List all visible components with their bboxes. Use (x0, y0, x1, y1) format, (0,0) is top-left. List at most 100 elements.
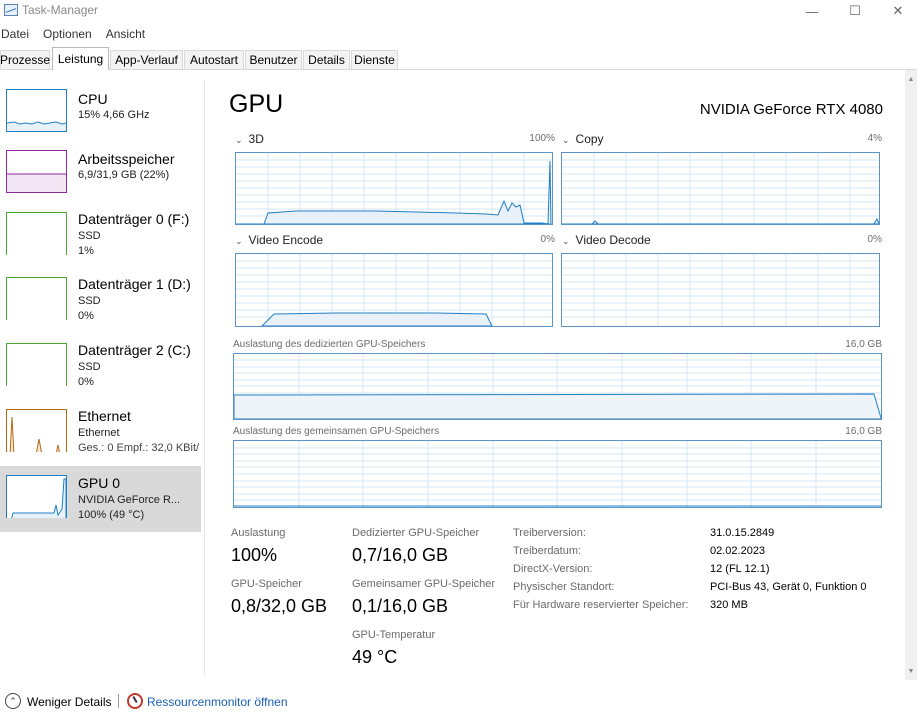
sidebar-item-type: NVIDIA GeForce R... (78, 494, 181, 506)
engine-video-decode-selector[interactable]: ⌄ Video Decode (562, 233, 651, 247)
title-bar: Task-Manager — ☐ ✕ (0, 0, 917, 22)
ethernet-sparkline (6, 409, 67, 452)
tab-dienste[interactable]: Dienste (351, 50, 398, 69)
tab-bar: Prozesse Leistung App-Verlauf Autostart … (0, 47, 917, 70)
open-resource-monitor-link[interactable]: Ressourcenmonitor öffnen (147, 695, 288, 709)
maximize-button[interactable]: ☐ (832, 0, 878, 22)
shared-memory-graph (233, 440, 882, 508)
physical-location-value: PCI-Bus 43, Gerät 0, Funktion 0 (710, 581, 867, 593)
chevron-up-icon[interactable]: ⌃ (5, 693, 21, 709)
sidebar-item-detail: 100% (49 °C) (78, 509, 145, 521)
sidebar-item-detail: 0% (78, 376, 94, 388)
sidebar-item-title: Datenträger 0 (F:) (78, 211, 190, 227)
page-title: GPU (229, 90, 284, 118)
disk-1-sparkline (6, 277, 67, 320)
chevron-down-icon: ⌄ (562, 236, 570, 246)
sidebar-item-gpu-0[interactable]: GPU 0 NVIDIA GeForce R... 100% (49 °C) (0, 466, 201, 532)
tab-prozesse[interactable]: Prozesse (0, 50, 50, 69)
disk-2-sparkline (6, 343, 67, 386)
physical-location-key: Physischer Standort: (513, 581, 615, 593)
engine-copy-percent: 4% (867, 133, 882, 144)
dedicated-memory-max: 16,0 GB (845, 339, 882, 350)
task-manager-icon (4, 4, 18, 16)
sidebar-item-arbeitsspeicher[interactable]: Arbeitsspeicher 6,9/31,9 GB (22%) (0, 146, 201, 210)
driver-date-value: 02.02.2023 (710, 545, 766, 557)
menu-optionen[interactable]: Optionen (43, 25, 92, 45)
engine-video-decode-graph (561, 253, 880, 327)
tab-details[interactable]: Details (303, 50, 350, 69)
gpu-memory-label: GPU-Speicher (231, 578, 302, 590)
footer-bar: ⌃ Weniger Details Ressourcenmonitor öffn… (0, 690, 917, 718)
engine-3d-graph (235, 152, 553, 225)
engine-copy-label: Copy (575, 132, 604, 146)
sidebar-item-detail: 15% 4,66 GHz (78, 109, 150, 121)
sidebar-item-title: CPU (78, 91, 108, 107)
sidebar-item-datentraeger-0[interactable]: Datenträger 0 (F:) SSD 1% (0, 206, 201, 270)
dedicated-memory-label: Auslastung des dedizierten GPU-Speichers (233, 339, 426, 350)
engine-video-encode-percent: 0% (540, 234, 555, 245)
window-title: Task-Manager (22, 3, 99, 17)
engine-video-encode-graph (235, 253, 553, 327)
directx-version-value: 12 (FL 12.1) (710, 563, 770, 575)
utilization-value: 100% (231, 545, 278, 565)
engine-video-encode-selector[interactable]: ⌄ Video Encode (235, 233, 323, 247)
scroll-up-icon[interactable]: ▲ (905, 72, 917, 86)
dedicated-memory-graph (233, 353, 882, 420)
engine-video-decode-percent: 0% (867, 234, 882, 245)
gpu-sparkline (6, 475, 67, 518)
tab-app-verlauf[interactable]: App-Verlauf (110, 50, 183, 69)
footer-divider (118, 694, 119, 708)
sidebar-item-detail: 0% (78, 310, 94, 322)
sidebar-item-title: Arbeitsspeicher (78, 151, 175, 167)
sidebar-item-cpu[interactable]: CPU 15% 4,66 GHz (0, 86, 201, 150)
close-button[interactable]: ✕ (875, 0, 917, 22)
driver-version-key: Treiberversion: (513, 527, 586, 539)
shared-memory-label: Auslastung des gemeinsamen GPU-Speichers (233, 426, 440, 437)
dedicated-gpu-memory-label: Dedizierter GPU-Speicher (352, 527, 480, 539)
chevron-down-icon: ⌄ (235, 236, 243, 246)
sidebar-item-title: Datenträger 2 (C:) (78, 342, 191, 358)
sidebar-item-type: Ethernet (78, 427, 120, 439)
reserved-memory-value: 320 MB (710, 599, 748, 611)
engine-3d-percent: 100% (529, 133, 555, 144)
sidebar-item-datentraeger-2[interactable]: Datenträger 2 (C:) SSD 0% (0, 338, 201, 402)
sidebar-item-type: SSD (78, 230, 101, 242)
sidebar-item-type: SSD (78, 295, 101, 307)
disk-0-sparkline (6, 212, 67, 255)
minimize-button[interactable]: — (789, 0, 835, 22)
sidebar-item-datentraeger-1[interactable]: Datenträger 1 (D:) SSD 0% (0, 272, 201, 336)
engine-copy-selector[interactable]: ⌄ Copy (562, 132, 604, 146)
shared-memory-max: 16,0 GB (845, 426, 882, 437)
gpu-temperature-value: 49 °C (352, 647, 398, 667)
tab-benutzer[interactable]: Benutzer (245, 50, 302, 69)
scroll-down-icon[interactable]: ▼ (905, 664, 917, 678)
sidebar-item-title: Ethernet (78, 408, 131, 424)
menu-datei[interactable]: Datei (1, 25, 29, 45)
engine-video-encode-label: Video Encode (248, 233, 324, 247)
gpu-device-name: NVIDIA GeForce RTX 4080 (699, 101, 883, 118)
sidebar-item-ethernet[interactable]: Ethernet Ethernet Ges.: 0 Empf.: 32,0 KB… (0, 404, 201, 468)
utilization-label: Auslastung (231, 527, 286, 539)
engine-3d-selector[interactable]: ⌄ 3D (235, 132, 264, 146)
sidebar-item-detail: Ges.: 0 Empf.: 32,0 KBit/ (78, 442, 200, 454)
tab-autostart[interactable]: Autostart (184, 50, 244, 69)
gpu-memory-value: 0,8/32,0 GB (231, 596, 328, 616)
engine-video-decode-label: Video Decode (575, 233, 651, 247)
sidebar-item-title: GPU 0 (78, 475, 121, 491)
dedicated-gpu-memory-value: 0,7/16,0 GB (352, 545, 449, 565)
vertical-scrollbar[interactable]: ▲ ▼ (905, 70, 917, 680)
chevron-down-icon: ⌄ (235, 135, 243, 145)
sidebar-item-detail: 6,9/31,9 GB (22%) (78, 169, 170, 181)
driver-version-value: 31.0.15.2849 (710, 527, 775, 539)
menu-ansicht[interactable]: Ansicht (106, 25, 145, 45)
resource-sidebar: CPU 15% 4,66 GHz Arbeitsspeicher 6,9/31,… (0, 80, 205, 675)
shared-gpu-memory-label: Gemeinsamer GPU-Speicher (352, 578, 496, 590)
tab-leistung[interactable]: Leistung (52, 47, 109, 70)
chevron-down-icon: ⌄ (562, 135, 570, 145)
cpu-sparkline (6, 89, 67, 132)
directx-version-key: DirectX-Version: (513, 563, 593, 575)
sidebar-item-detail: 1% (78, 245, 94, 257)
fewer-details-button[interactable]: Weniger Details (27, 695, 111, 709)
memory-sparkline (6, 150, 67, 193)
resource-monitor-icon (127, 693, 143, 709)
